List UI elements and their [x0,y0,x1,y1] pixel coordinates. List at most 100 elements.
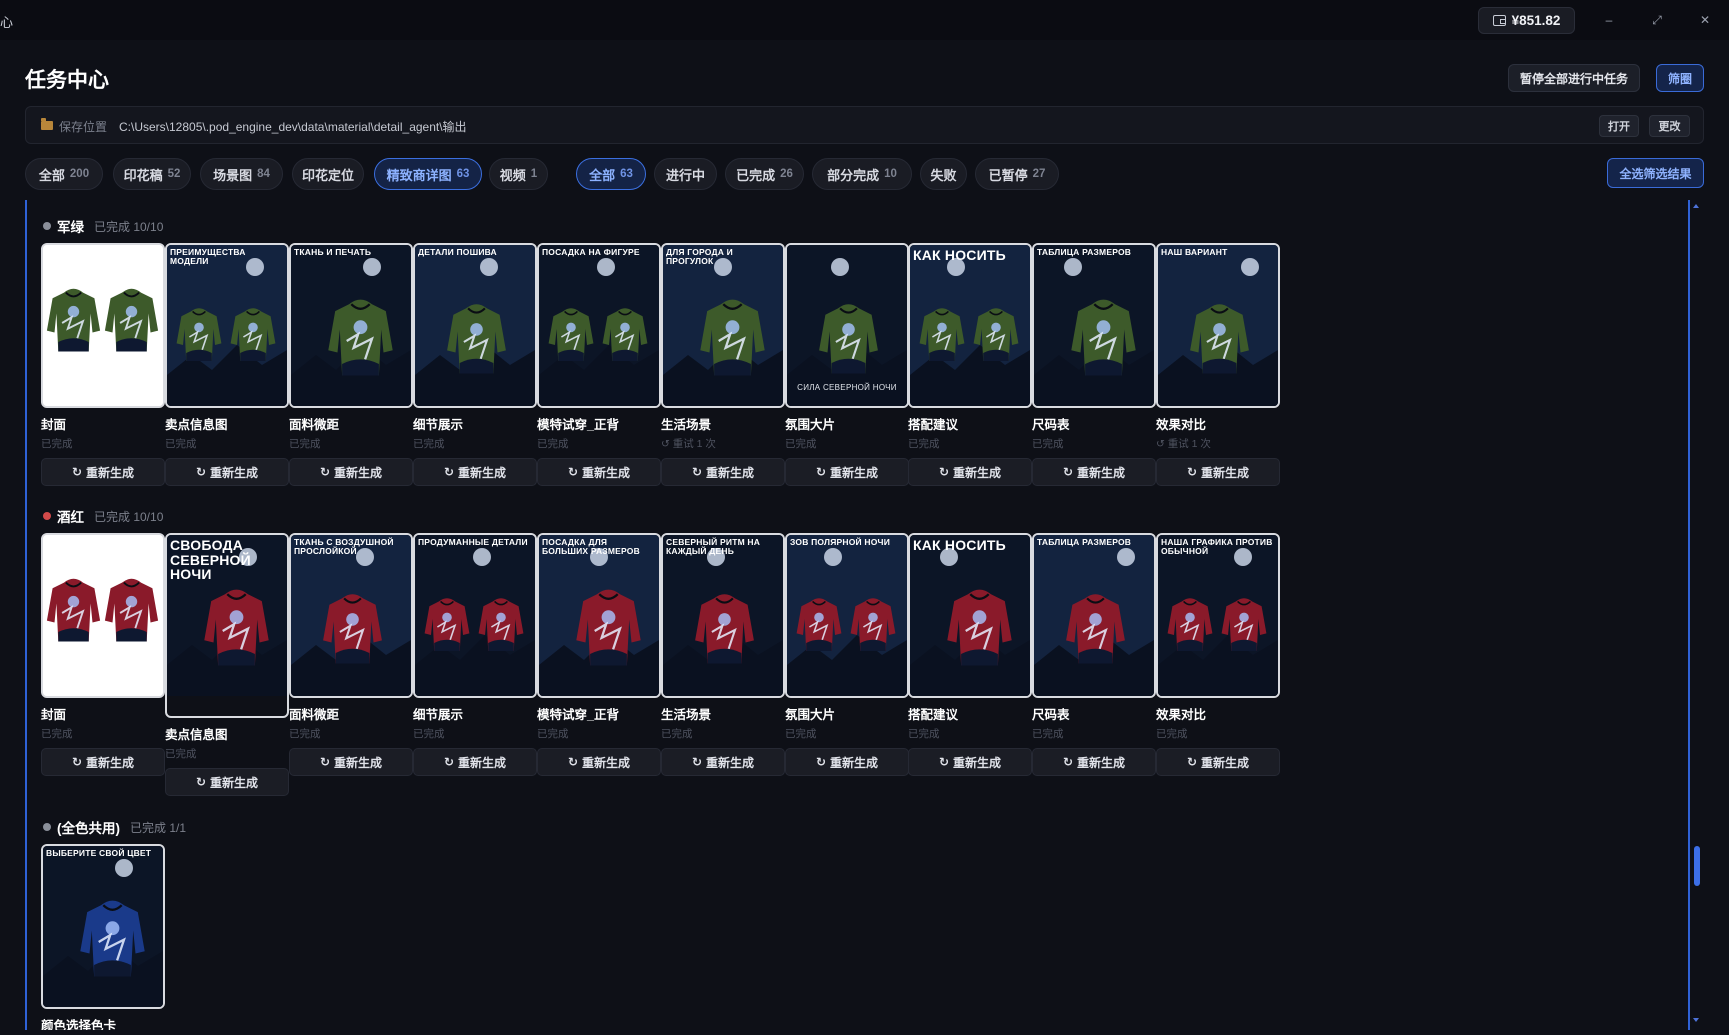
group-header: 军绿 已完成 10/10 [43,216,163,236]
result-thumbnail[interactable]: ТКАНЬ С ВОЗДУШНОЙ ПРОСЛОЙКОЙ [289,533,413,698]
regenerate-label: 重新生成 [334,465,383,480]
result-card: 封面 已完成 ↻ 重新生成 [41,243,165,486]
result-thumbnail[interactable]: НАШ ВАРИАНТ [1156,243,1280,408]
status-filter-chip-4[interactable]: 失败 [920,158,967,190]
result-thumbnail[interactable]: ПОСАДКА ДЛЯ БОЛЬШИХ РАЗМЕРОВ [537,533,661,698]
result-thumbnail[interactable]: НАША ГРАФИКА ПРОТИВ ОБЫЧНОЙ [1156,533,1280,698]
thumbnail-headline: ПОСАДКА ДЛЯ БОЛЬШИХ РАЗМЕРОВ [542,537,640,557]
result-thumbnail[interactable]: ПРОДУМАННЫЕ ДЕТАЛИ [413,533,537,698]
regenerate-button[interactable]: ↻ 重新生成 [41,458,165,486]
type-filter-chip-2[interactable]: 场景图 84 [200,158,283,190]
regenerate-button[interactable]: ↻ 重新生成 [1032,748,1156,776]
scroll-down-arrow[interactable] [1693,1018,1699,1022]
minimize-button[interactable]: – [1599,10,1619,30]
type-filter-chip-4[interactable]: 精致商详图 63 [374,158,482,190]
select-all-filtered-button[interactable]: 全选筛选结果 [1607,158,1704,188]
scrollbar[interactable] [1692,200,1702,1030]
type-filter-chip-1[interactable]: 印花稿 52 [113,158,191,190]
balance-badge[interactable]: ¥851.82 [1478,7,1575,34]
status-filter-chip-0[interactable]: 全部 63 [576,158,646,190]
thumbnail-headline: СЕВЕРНЫЙ РИТМ НА КАЖДЫЙ ДЕНЬ [666,537,761,557]
regenerate-button[interactable]: ↻ 重新生成 [537,458,661,486]
status-filter-chip-2[interactable]: 已完成 26 [725,158,804,190]
regenerate-button[interactable]: ↻ 重新生成 [908,458,1032,486]
card-status: 已完成 [289,728,321,740]
type-filter-chip-0[interactable]: 全部 200 [25,158,103,190]
chip-count: 1 [530,168,538,180]
refresh-icon: ↻ [443,465,455,479]
result-card: ПРОДУМАННЫЕ ДЕТАЛИ 细节展示已完成 ↻ 重新生成 [413,533,537,776]
result-thumbnail[interactable]: ТАБЛИЦА РАЗМЕРОВ [1032,243,1156,408]
result-thumbnail[interactable]: ТКАНЬ И ПЕЧАТЬ [289,243,413,408]
result-thumbnail[interactable]: ДЛЯ ГОРОДА И ПРОГУЛОК [661,243,785,408]
result-thumbnail[interactable]: ДЕТАЛИ ПОШИВА [413,243,537,408]
result-thumbnail[interactable]: ВЫБЕРИТЕ СВОЙ ЦВЕТ [41,844,165,1009]
regenerate-button[interactable]: ↻ 重新生成 [165,458,289,486]
regenerate-button[interactable]: ↻ 重新生成 [289,748,413,776]
regenerate-button[interactable]: ↻ 重新生成 [1156,458,1280,486]
card-status: 已完成 [1032,728,1064,740]
change-folder-button[interactable]: 更改 [1649,115,1690,137]
filter-button[interactable]: 筛圈 [1656,64,1704,92]
status-filter-chip-1[interactable]: 进行中 [654,158,717,190]
group-color-dot [43,222,51,230]
card-status: 已完成 [908,728,940,740]
card-title: 卖点信息图 [165,418,228,432]
scrollbar-thumb[interactable] [1694,846,1700,886]
card-status: 已完成 [537,438,569,450]
thumbnail-headline: ПОСАДКА НА ФИГУРЕ [542,247,640,257]
regenerate-button[interactable]: ↻ 重新生成 [785,458,909,486]
regenerate-button[interactable]: ↻ 重新生成 [785,748,909,776]
refresh-icon: ↻ [691,465,703,479]
regenerate-label: 重新生成 [458,465,507,480]
result-thumbnail[interactable]: ПОСАДКА НА ФИГУРЕ [537,243,661,408]
chip-label: 失败 [930,167,957,183]
result-thumbnail[interactable]: СВОБОДА СЕВЕРНОЙ НОЧИ [165,533,289,718]
regenerate-button[interactable]: ↻ 重新生成 [41,748,165,776]
card-status: 已完成 [413,728,445,740]
card-title: 生活场景 [661,418,712,432]
result-thumbnail[interactable]: КАК НОСИТЬ [908,533,1032,698]
result-thumbnail[interactable]: СЕВЕРНЫЙ РИТМ НА КАЖДЫЙ ДЕНЬ [661,533,785,698]
regenerate-button[interactable]: ↻ 重新生成 [413,458,537,486]
result-card: КАК НОСИТЬ 搭配建议 已完成 ↻ 重新生成 [908,533,1032,776]
result-thumbnail[interactable]: ЗОВ ПОЛЯРНОЙ НОЧИ [785,533,909,698]
open-folder-button[interactable]: 打开 [1599,115,1639,137]
app-title: 心 [0,15,14,30]
regenerate-button[interactable]: ↻ 重新生成 [908,748,1032,776]
regenerate-button[interactable]: ↻ 重新生成 [289,458,413,486]
result-thumbnail[interactable] [41,533,165,698]
status-filter-chip-5[interactable]: 已暂停 27 [975,158,1059,190]
chip-label: 视频 [499,167,526,183]
regenerate-button[interactable]: ↻ 重新生成 [1156,748,1280,776]
chip-count: 84 [257,168,270,180]
result-thumbnail[interactable]: ТАБЛИЦА РАЗМЕРОВ [1032,533,1156,698]
chip-count: 26 [780,168,793,180]
card-status: ↺ 重试 1 次 [1156,438,1211,450]
result-thumbnail[interactable]: СИЛА СЕВЕРНОЙ НОЧИ [785,243,909,408]
result-thumbnail[interactable]: ПРЕИМУЩЕСТВА МОДЕЛИ [165,243,289,408]
regenerate-button[interactable]: ↻ 重新生成 [413,748,537,776]
refresh-icon: ↻ [567,465,579,479]
regenerate-button[interactable]: ↻ 重新生成 [661,458,785,486]
pause-all-button[interactable]: 暂停全部进行中任务 [1508,64,1640,92]
regenerate-button[interactable]: ↻ 重新生成 [1032,458,1156,486]
scroll-up-arrow[interactable] [1693,204,1699,208]
card-status: 已完成 [785,728,817,740]
close-button[interactable]: ✕ [1695,10,1715,30]
card-status: 已完成 [661,728,693,740]
result-thumbnail[interactable] [41,243,165,408]
type-filter-chip-5[interactable]: 视频 1 [489,158,548,190]
card-status: 已完成 [289,438,321,450]
regenerate-button[interactable]: ↻ 重新生成 [537,748,661,776]
task-list-panel: 军绿 已完成 10/10 封面 已完成 ↻ 重新生成 ПРЕИМУЩЕСТВА МОДЕЛИ… [25,200,1690,1030]
status-filter-chip-3[interactable]: 部分完成 10 [812,158,912,190]
regenerate-button[interactable]: ↻ 重新生成 [165,768,289,796]
card-title: 细节展示 [413,708,464,722]
regenerate-button[interactable]: ↻ 重新生成 [661,748,785,776]
regenerate-label: 重新生成 [86,755,135,770]
card-status: 已完成 [41,728,73,740]
type-filter-chip-3[interactable]: 印花定位 [292,158,364,190]
result-thumbnail[interactable]: КАК НОСИТЬ [908,243,1032,408]
maximize-button[interactable]: ⤢ [1647,10,1667,30]
